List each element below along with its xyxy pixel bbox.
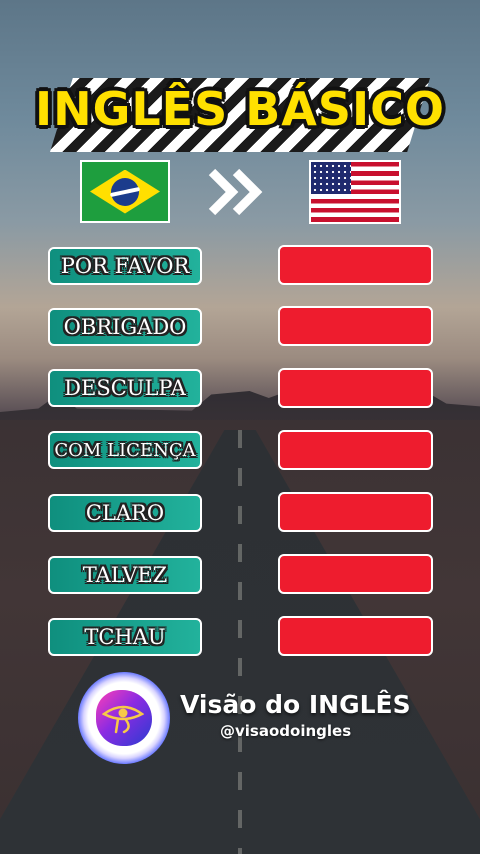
translation-box [278, 492, 433, 532]
phrase-label: CLARO [48, 494, 202, 532]
brand-name: Visão do INGLÊS [180, 690, 411, 719]
brazil-flag-icon [80, 160, 170, 223]
phrase-label: POR FAVOR [48, 247, 202, 285]
brand-logo [78, 672, 170, 764]
background-road-line [238, 430, 242, 854]
page-title: INGLÊS BÁSICO [34, 82, 446, 136]
phrase-label: TCHAU [48, 618, 202, 656]
phrase-label: DESCULPA [48, 369, 202, 407]
translation-box [278, 554, 433, 594]
phrase-label: OBRIGADO [48, 308, 202, 346]
phrase-label: COM LICENÇA [48, 431, 202, 469]
translation-box [278, 245, 433, 285]
usa-flag-icon [309, 160, 401, 224]
brand-handle: @visaodoingles [220, 722, 352, 740]
eye-of-horus-icon [102, 705, 144, 734]
translation-box [278, 368, 433, 408]
translation-box [278, 306, 433, 346]
translation-box [278, 616, 433, 656]
double-chevron-right-icon [208, 168, 263, 216]
phrase-label: TALVEZ [48, 556, 202, 594]
translation-box [278, 430, 433, 470]
